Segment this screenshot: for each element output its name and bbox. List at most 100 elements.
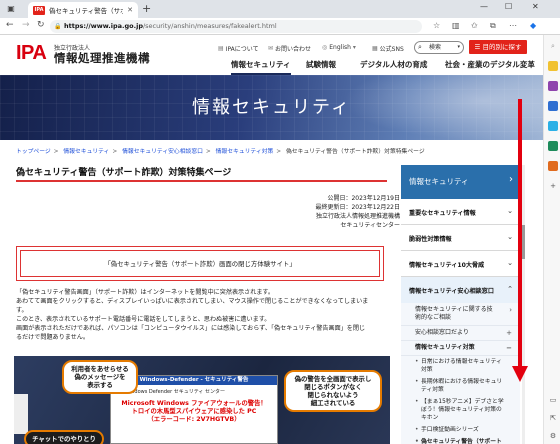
tab-bar: ▣ IPA 偽セキュリティ警告（サポート詐欺） ✕ + — ☐ ✕ xyxy=(0,0,560,18)
chevron-down-icon: ▾ xyxy=(352,44,356,51)
goal-search-button[interactable]: ☰ 目的別に探す xyxy=(469,40,527,54)
sidebar-item-consultation[interactable]: 情報セキュリティ安心相談窓口 ⌃ xyxy=(401,277,520,303)
split-screen-icon[interactable]: ▥ xyxy=(452,21,460,30)
sidebar-scrollbar[interactable] xyxy=(522,165,525,444)
favorites-icon[interactable]: ✩ xyxy=(471,21,478,30)
chevron-down-icon: ⌄ xyxy=(507,233,513,241)
tab-close-icon[interactable]: ✕ xyxy=(127,6,133,14)
back-icon[interactable]: ← xyxy=(6,20,14,30)
close-window-icon[interactable]: ✕ xyxy=(532,2,539,11)
sidebar-leaf-daily[interactable]: 日常における情報セキュリティ対策 xyxy=(401,356,520,376)
ipa-logo[interactable]: IPA xyxy=(16,42,47,65)
favorite-star-icon[interactable]: ☆ xyxy=(433,21,440,30)
sidebar-item-label: 情報セキュリティ安心相談窓口 xyxy=(409,288,494,295)
search-label: 検索 xyxy=(429,44,442,51)
author-dept: セキュリティセンター xyxy=(340,222,400,229)
sidebar-leaf-videos[interactable]: 手口検証動画シリーズ xyxy=(401,424,520,436)
title-underline xyxy=(16,180,387,182)
chevron-down-icon: ⌄ xyxy=(507,207,513,215)
maximize-icon[interactable]: ☐ xyxy=(505,2,512,11)
scroll-down-arrowhead xyxy=(512,366,528,382)
header-link-sns[interactable]: ▦ 公式SNS xyxy=(372,44,404,53)
nav-dx[interactable]: 社会・産業のデジタル変革 xyxy=(445,59,535,70)
sidebar-layout-icon[interactable]: ▭ xyxy=(548,395,558,405)
sidebar-sub-newsletter[interactable]: 安心相談窓口だより + xyxy=(401,326,520,341)
nav-digital-talent[interactable]: デジタル人材の育成 xyxy=(360,59,427,70)
tab-actions-icon[interactable]: ▣ xyxy=(4,3,18,15)
sidebar-sub-technical[interactable]: 情報セキュリティに関する技術的なご相談 › xyxy=(401,303,520,326)
drop-icon[interactable] xyxy=(548,161,558,171)
sidebar-item-label: 重要なセキュリティ情報 xyxy=(409,210,476,217)
sidebar-item-vulnerability[interactable]: 脆弱性対策情報 ⌄ xyxy=(401,225,520,251)
header-link-contact[interactable]: ✉ お問い合わせ xyxy=(268,44,311,53)
author-org: 独立行政法人情報処理推進機構 xyxy=(315,213,400,220)
minimize-icon[interactable]: — xyxy=(480,2,488,11)
external-link-icon[interactable]: ⇱ xyxy=(548,413,558,423)
outlook-icon[interactable] xyxy=(548,121,558,131)
sidebar-header[interactable]: 情報セキュリティ › xyxy=(401,165,520,199)
forward-icon[interactable]: → xyxy=(22,20,30,30)
header-link-label: IPAについて xyxy=(225,46,259,53)
simulator-link-box[interactable]: 「偽セキュリティ警告（サポート詐欺）画面の閉じ方体験サイト」 xyxy=(16,246,384,281)
copilot-icon[interactable]: ◆ xyxy=(530,21,536,30)
nav-exam[interactable]: 試験情報 xyxy=(306,59,336,70)
page-title: 偽セキュリティ警告（サポート詐欺）対策特集ページ xyxy=(16,168,232,178)
sidebar-sub-measures[interactable]: 情報セキュリティ対策 − xyxy=(401,341,520,356)
scroll-down-arrow xyxy=(518,99,522,372)
sidebar-sub-label: 情報セキュリティに関する技術的なご相談 xyxy=(415,306,493,321)
ipa-favicon-icon: IPA xyxy=(33,5,45,15)
nav-security[interactable]: 情報セキュリティ xyxy=(231,59,291,75)
url-field[interactable]: 🔒 https://www.ipa.go.jp/security/anshin/… xyxy=(50,20,422,33)
header-link-about[interactable]: ▤ IPAについて xyxy=(218,44,259,53)
logo-org-name[interactable]: 情報処理推進機構 xyxy=(54,50,150,66)
published-date: 公開日：2023年12月19日 xyxy=(327,195,400,202)
chevron-down-icon: ⌄ xyxy=(507,259,513,267)
search-sidebar-icon[interactable]: ⌕ xyxy=(548,41,558,51)
sidebar-leaf-current[interactable]: 偽セキュリティ警告（サポート詐欺）対策特集ページ xyxy=(401,436,520,444)
sidebar-item-top10[interactable]: 情報セキュリティ10大脅威 ⌄ xyxy=(401,251,520,277)
more-menu-icon[interactable]: ⋯ xyxy=(509,21,517,30)
goal-button-label: 目的別に探す xyxy=(482,43,522,51)
sidebar-leaf-anime[interactable]: 【まぁ15秒アニメ】デブさと学ぼう！情報セキュリティ対策のキホン xyxy=(401,396,520,424)
callout-line: 利用者をあせらせる xyxy=(71,365,129,373)
body-paragraph: す。 xyxy=(16,307,28,314)
body-paragraph: このとき、表示されているサポート電話番号に電話をしてしまうと、思わぬ被害に遭いま… xyxy=(16,316,271,323)
callout-line: 偽のメッセージを xyxy=(74,373,126,381)
mail-icon: ✉ xyxy=(268,45,274,52)
chevron-down-icon: ▾ xyxy=(457,44,460,50)
breadcrumb-item[interactable]: トップページ xyxy=(16,149,51,155)
new-tab-icon[interactable]: + xyxy=(142,2,151,15)
body-paragraph: 画面が表示されただけであれば、パソコンは「コンピュータウイルス」には感染しておら… xyxy=(16,325,366,332)
url-path: /security/anshin/measures/fakealert.html xyxy=(142,22,277,30)
tab-title: 偽セキュリティ警告（サポート詐欺） xyxy=(49,7,123,15)
callout-line: 閉じるボタンがなく xyxy=(304,383,362,391)
sidebar-submenu: 情報セキュリティに関する技術的なご相談 › 安心相談窓口だより + 情報セキュリティ… xyxy=(401,303,520,444)
reload-icon[interactable]: ↻ xyxy=(37,20,45,30)
sidebar-leaf-holiday[interactable]: 長期休暇における情報セキュリティ対策 xyxy=(401,376,520,396)
office-icon[interactable] xyxy=(548,141,558,151)
section-sidebar: 情報セキュリティ › 重要なセキュリティ情報 ⌄ 脆弱性対策情報 ⌄ 情報セキュリテ… xyxy=(401,165,520,444)
add-sidebar-icon[interactable]: + xyxy=(548,181,558,191)
breadcrumb-item[interactable]: 情報セキュリティ安心相談窓口 xyxy=(122,149,203,155)
callout-fullscreen: 偽の警告を全画面で表示し 閉じるボタンがなく 閉じられないよう 細工されている xyxy=(284,370,382,412)
collections-icon[interactable]: ⧉ xyxy=(490,21,496,31)
breadcrumb-current: 偽セキュリティ警告（サポート詐欺）対策特集ページ xyxy=(285,149,425,155)
search-icon: ⌕ xyxy=(418,43,422,51)
simulator-link-text[interactable]: 「偽セキュリティ警告（サポート詐欺）画面の閉じ方体験サイト」 xyxy=(20,250,380,277)
illustration-browser-edge xyxy=(14,394,28,434)
scrollbar-thumb[interactable] xyxy=(522,225,525,259)
fake-alert-warning: Microsoft Windows ファイアウォールの警告！ トロイの木馬型スパ… xyxy=(111,400,277,424)
games-icon[interactable] xyxy=(548,101,558,111)
shopping-icon[interactable] xyxy=(548,61,558,71)
header-link-label: 公式SNS xyxy=(379,46,404,53)
sidebar-item-important[interactable]: 重要なセキュリティ情報 ⌄ xyxy=(401,199,520,225)
header-link-english[interactable]: ◎ English ▾ xyxy=(322,44,356,51)
breadcrumb-item[interactable]: 情報セキュリティ xyxy=(63,149,109,155)
sidebar-sub-label: 情報セキュリティ対策 xyxy=(415,344,475,351)
breadcrumb-item[interactable]: 情報セキュリティ対策 xyxy=(216,149,274,155)
body-paragraph: あわてて画面をクリックすると、ディスプレイいっぱいに表示されてしまい、マウス操作… xyxy=(16,298,369,305)
site-search-button[interactable]: ⌕ 検索 ▾ xyxy=(414,41,464,54)
tools-icon[interactable] xyxy=(548,81,558,91)
browser-tab[interactable]: IPA 偽セキュリティ警告（サポート詐欺） ✕ xyxy=(28,2,138,18)
settings-gear-icon[interactable]: ⚙ xyxy=(548,431,558,441)
